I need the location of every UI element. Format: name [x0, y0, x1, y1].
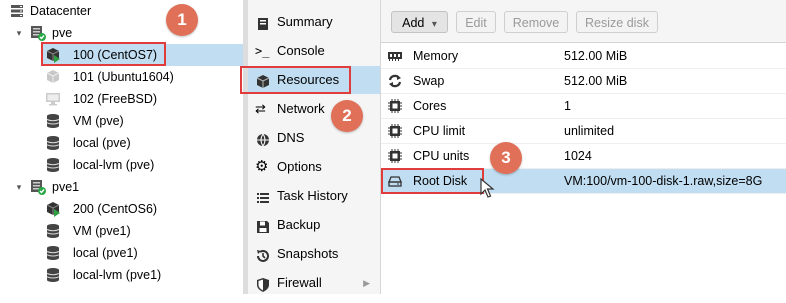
add-button[interactable]: Add ▾ [391, 11, 448, 33]
hardware-row-root-disk[interactable]: Root Disk VM:100/vm-100-disk-1.raw,size=… [381, 169, 786, 194]
vm-running-icon [45, 47, 61, 63]
hardware-name: CPU limit [413, 124, 466, 138]
node-online-icon [30, 179, 46, 195]
hardware-name: Root Disk [413, 174, 468, 188]
tree-label-node: pve [52, 26, 73, 40]
storage-icon [45, 223, 61, 239]
hardware-toolbar: Add ▾ Edit Remove Resize disk [381, 0, 786, 43]
edit-button[interactable]: Edit [456, 11, 496, 33]
list-icon [255, 188, 271, 204]
hardware-value: 1024 [564, 149, 592, 163]
nav-item-task-history[interactable]: Task History [248, 182, 380, 210]
tree-item-vm-200[interactable]: 200 (CentOS6) [42, 198, 243, 220]
add-button-label: Add [402, 16, 425, 30]
storage-icon [45, 245, 61, 261]
tree-item-vm-101[interactable]: 101 (Ubuntu1604) [42, 66, 243, 88]
tree-label-storage: local (pve1) [73, 246, 138, 260]
step-badge-2: 2 [331, 100, 363, 132]
monitor-icon [45, 91, 61, 107]
nav-item-options[interactable]: ⚙ Options [248, 153, 380, 181]
shield-icon [255, 275, 271, 292]
history-icon [255, 246, 271, 262]
hardware-row-memory[interactable]: Memory 512.00 MiB [381, 44, 786, 69]
tree-item-storage-local-pve1[interactable]: local (pve1) [42, 242, 243, 264]
submenu-arrow-icon: ▶ [363, 278, 370, 288]
nav-item-dns[interactable]: DNS [248, 124, 380, 152]
vm-config-nav: Summary >_ Console Resources ⇄ Network D… [248, 0, 381, 294]
cpu-icon [387, 123, 403, 139]
tree-label-vm: 200 (CentOS6) [73, 202, 158, 216]
chevron-down-icon: ▾ [431, 19, 437, 30]
step-badge-3: 3 [490, 142, 522, 174]
hardware-value: VM:100/vm-100-disk-1.raw,size=8G [564, 174, 763, 188]
mouse-pointer-icon [480, 177, 496, 200]
tree-item-node-pve[interactable]: ▾ pve [0, 22, 243, 44]
book-icon [255, 14, 271, 30]
hardware-name: Memory [413, 49, 459, 63]
hardware-value: unlimited [564, 124, 615, 138]
tree-item-vm-102[interactable]: 102 (FreeBSD) [42, 88, 243, 110]
globe-icon [255, 130, 271, 147]
hardware-row-cpu-units[interactable]: CPU units 1024 [381, 144, 786, 169]
tree-item-node-pve1[interactable]: ▾ pve1 [0, 176, 243, 198]
tree-item-storage-vm-pve[interactable]: VM (pve) [42, 110, 243, 132]
tree-item-storage-local-pve[interactable]: local (pve) [42, 132, 243, 154]
swap-icon [387, 73, 403, 89]
hardware-value: 512.00 MiB [564, 74, 628, 88]
collapse-toggle-icon[interactable]: ▾ [14, 22, 24, 44]
tree-item-vm-100[interactable]: 100 (CentOS7) [42, 44, 243, 66]
nav-item-summary[interactable]: Summary [248, 8, 380, 36]
resource-tree: Datacenter ▾ pve 100 (CentOS7) 101 (Ubun… [0, 0, 243, 294]
resize-disk-button[interactable]: Resize disk [576, 11, 658, 33]
cube-icon [255, 72, 271, 88]
tree-label-vm: 101 (Ubuntu1604) [73, 70, 174, 84]
hardware-value: 512.00 MiB [564, 49, 628, 63]
tree-label-storage: VM (pve1) [73, 224, 131, 238]
nav-item-snapshots[interactable]: Snapshots [248, 240, 380, 268]
tree-label-storage: local-lvm (pve1) [73, 268, 162, 282]
nav-item-backup[interactable]: Backup [248, 211, 380, 239]
tree-item-storage-local-lvm-pve[interactable]: local-lvm (pve) [42, 154, 243, 176]
tree-label-storage: local (pve) [73, 136, 131, 150]
floppy-icon [255, 217, 271, 233]
cpu-icon [387, 148, 403, 164]
storage-icon [45, 113, 61, 129]
storage-icon [45, 135, 61, 151]
nav-item-resources[interactable]: Resources [248, 66, 380, 94]
terminal-icon: >_ [255, 44, 270, 58]
tree-label-storage: local-lvm (pve) [73, 158, 155, 172]
gear-icon: ⚙ [255, 158, 269, 175]
nav-item-firewall[interactable]: Firewall ▶ [248, 269, 380, 297]
hardware-name: CPU units [413, 149, 470, 163]
tree-label-datacenter: Datacenter [30, 4, 92, 18]
hardware-name: Swap [413, 74, 445, 88]
hardware-row-swap[interactable]: Swap 512.00 MiB [381, 69, 786, 94]
hardware-panel: Add ▾ Edit Remove Resize disk Memory 512… [381, 0, 786, 294]
vm-stopped-icon [45, 69, 61, 85]
tree-label-vm: 100 (CentOS7) [73, 48, 158, 62]
storage-icon [45, 157, 61, 173]
server-rack-icon [9, 3, 25, 19]
tree-label-vm: 102 (FreeBSD) [73, 92, 158, 106]
tree-item-datacenter[interactable]: Datacenter [0, 0, 243, 22]
vm-running-icon [45, 201, 61, 217]
nav-item-console[interactable]: >_ Console [248, 37, 380, 65]
hardware-row-cores[interactable]: Cores 1 [381, 94, 786, 119]
storage-icon [45, 267, 61, 283]
exchange-icon: ⇄ [255, 101, 266, 116]
tree-label-storage: VM (pve) [73, 114, 124, 128]
tree-item-storage-local-lvm-pve1[interactable]: local-lvm (pve1) [42, 264, 243, 286]
hardware-name: Cores [413, 99, 447, 113]
hardware-value: 1 [564, 99, 571, 113]
hardware-row-cpu-limit[interactable]: CPU limit unlimited [381, 119, 786, 144]
tree-label-node: pve1 [52, 180, 80, 194]
node-online-icon [30, 25, 46, 41]
remove-button[interactable]: Remove [504, 11, 568, 33]
step-badge-1: 1 [166, 4, 198, 36]
cpu-icon [387, 98, 403, 114]
tree-item-storage-vm-pve1[interactable]: VM (pve1) [42, 220, 243, 242]
memory-icon [387, 48, 403, 64]
disk-icon [387, 173, 403, 189]
collapse-toggle-icon[interactable]: ▾ [14, 176, 24, 198]
